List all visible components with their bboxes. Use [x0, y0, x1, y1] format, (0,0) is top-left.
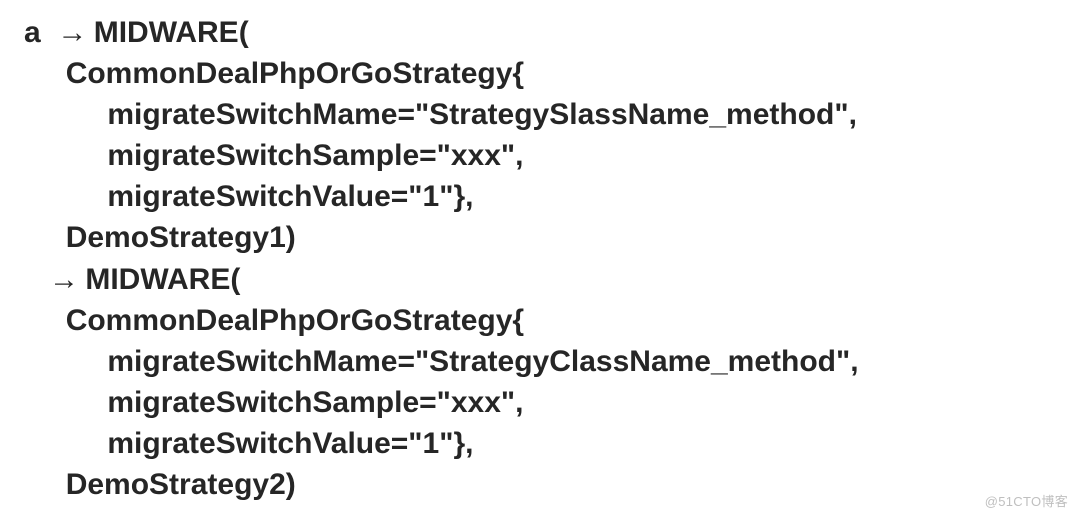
variable-name: a: [24, 16, 41, 49]
property-line: migrateSwitchValue="1"},: [107, 180, 473, 213]
property-line: migrateSwitchValue="1"},: [107, 427, 473, 460]
property-line: migrateSwitchMame="StrategyClassName_met…: [107, 345, 858, 378]
arrow-icon: →: [57, 16, 85, 49]
arrow-icon: →: [49, 263, 77, 296]
property-line: migrateSwitchSample="xxx",: [107, 386, 523, 419]
midware-keyword: MIDWARE(: [85, 263, 240, 296]
code-block: a → MIDWARE( CommonDealPhpOrGoStrategy{ …: [0, 0, 1080, 505]
property-line: migrateSwitchMame="StrategySlassName_met…: [107, 98, 857, 131]
property-line: migrateSwitchSample="xxx",: [107, 139, 523, 172]
struct-close: DemoStrategy2): [66, 468, 296, 501]
struct-close: DemoStrategy1): [66, 221, 296, 254]
struct-open: CommonDealPhpOrGoStrategy{: [66, 57, 524, 90]
watermark: @51CTO博客: [985, 493, 1068, 511]
struct-open: CommonDealPhpOrGoStrategy{: [66, 304, 524, 337]
midware-keyword: MIDWARE(: [94, 16, 249, 49]
